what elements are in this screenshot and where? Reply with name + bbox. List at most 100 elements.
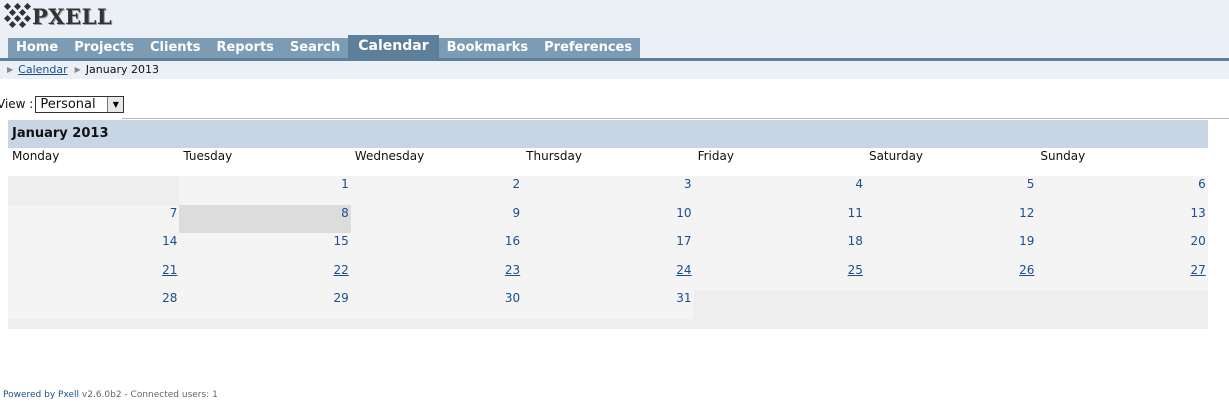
day-number-link[interactable]: 1 (341, 177, 349, 191)
day-cell[interactable]: 15 (179, 233, 351, 262)
tab-projects[interactable]: Projects (66, 38, 142, 58)
day-number-link[interactable]: 28 (162, 291, 177, 305)
day-number-link[interactable]: 15 (334, 234, 349, 248)
logo[interactable]: PXELL (3, 2, 112, 30)
day-number-link[interactable]: 30 (505, 291, 520, 305)
day-number-link[interactable]: 21 (162, 263, 177, 277)
breadcrumb: ▶ Calendar ▶ January 2013 (0, 61, 1229, 77)
logo-checker-icon (3, 3, 31, 29)
day-number-link[interactable]: 19 (1019, 234, 1034, 248)
day-number-link[interactable]: 25 (848, 263, 863, 277)
footer: Powered by Pxell v2.6.0b2 - Connected us… (3, 390, 218, 400)
day-of-week-sunday: Sunday (1040, 149, 1086, 163)
view-select-value: Personal (40, 96, 96, 112)
day-cell[interactable]: 9 (350, 204, 523, 234)
day-cell[interactable]: 29 (179, 290, 351, 319)
day-cell[interactable]: 13 (1036, 204, 1208, 234)
day-cell[interactable]: 23 (350, 261, 523, 291)
day-cell[interactable]: 11 (693, 204, 865, 234)
day-number-link[interactable]: 24 (676, 263, 691, 277)
day-number-link[interactable]: 9 (513, 206, 521, 220)
calendar-week-row: 28 29 30 31 (8, 290, 1208, 319)
day-cell[interactable]: 17 (522, 233, 694, 262)
calendar-week-row: 14 15 16 17 18 19 20 (8, 233, 1208, 262)
day-cell[interactable]: 2 (350, 176, 523, 205)
day-cell[interactable]: 27 (1036, 261, 1208, 291)
version-text: v2.6.0b2 - Connected users: 1 (79, 390, 218, 400)
day-number-link[interactable]: 13 (1190, 206, 1205, 220)
day-number-link[interactable]: 5 (1027, 177, 1035, 191)
day-cell[interactable]: 6 (1036, 176, 1208, 205)
day-number-link[interactable]: 17 (676, 234, 691, 248)
chevron-down-icon[interactable]: ▼ (107, 96, 124, 112)
day-number-link[interactable]: 26 (1019, 263, 1034, 277)
tab-preferences[interactable]: Preferences (536, 38, 641, 58)
day-of-week-saturday: Saturday (868, 149, 924, 163)
day-number-link[interactable]: 31 (676, 291, 691, 305)
day-cell[interactable]: 10 (522, 204, 694, 234)
day-number-link[interactable]: 16 (505, 234, 520, 248)
day-number-link[interactable]: 20 (1190, 234, 1205, 248)
day-number-link[interactable]: 4 (855, 177, 863, 191)
day-cell[interactable]: 20 (1036, 233, 1208, 262)
tab-home[interactable]: Home (8, 38, 67, 58)
day-number-link[interactable]: 8 (341, 206, 349, 220)
empty-day-cell (8, 176, 180, 205)
day-number-link[interactable]: 12 (1019, 206, 1034, 220)
day-cell[interactable]: 14 (8, 233, 180, 262)
breadcrumb-arrow-icon: ▶ (74, 64, 81, 74)
empty-day-cell (864, 290, 1037, 319)
day-cell[interactable]: 8 (179, 204, 351, 234)
day-cell[interactable]: 5 (864, 176, 1037, 205)
day-number-link[interactable]: 18 (848, 234, 863, 248)
day-cell[interactable]: 19 (864, 233, 1037, 262)
day-cell[interactable]: 21 (8, 261, 180, 291)
day-cell[interactable]: 18 (693, 233, 865, 262)
day-cell[interactable]: 16 (350, 233, 523, 262)
day-number-link[interactable]: 29 (334, 291, 349, 305)
day-number-link[interactable]: 7 (170, 206, 178, 220)
main-nav: Home Projects Clients Reports Search Calendar… (8, 35, 641, 58)
day-number-link[interactable]: 27 (1190, 263, 1205, 277)
tab-reports[interactable]: Reports (208, 38, 282, 58)
day-number-link[interactable]: 22 (334, 263, 349, 277)
day-number-link[interactable]: 23 (505, 263, 520, 277)
day-cell[interactable]: 4 (693, 176, 865, 205)
day-cell[interactable]: 24 (522, 261, 694, 291)
day-cell[interactable]: 1 (179, 176, 351, 205)
tab-bookmarks[interactable]: Bookmarks (438, 38, 537, 58)
tab-clients[interactable]: Clients (142, 38, 209, 58)
day-number-link[interactable]: 14 (162, 234, 177, 248)
logo-text: PXELL (32, 3, 113, 29)
calendar-title: January 2013 (8, 120, 1208, 148)
day-cell[interactable]: 22 (179, 261, 351, 291)
day-of-week-friday: Friday (697, 149, 734, 163)
calendar-footer (8, 318, 1208, 329)
view-label: View : (0, 97, 34, 111)
tab-calendar[interactable]: Calendar (348, 35, 439, 58)
calendar-week-row: 21 22 23 24 25 26 27 (8, 261, 1208, 291)
day-cell[interactable]: 31 (522, 290, 694, 319)
day-number-link[interactable]: 10 (676, 206, 691, 220)
breadcrumb-calendar-link[interactable]: Calendar (18, 63, 67, 76)
day-cell[interactable]: 26 (864, 261, 1037, 291)
day-cell[interactable]: 7 (8, 204, 180, 234)
day-cell[interactable]: 25 (693, 261, 865, 291)
view-select[interactable]: Personal ▼ (35, 95, 125, 113)
day-number-link[interactable]: 3 (684, 177, 692, 191)
day-number-link[interactable]: 2 (513, 177, 521, 191)
empty-day-cell (1036, 290, 1208, 319)
day-number-link[interactable]: 11 (848, 206, 863, 220)
day-of-week-tuesday: Tuesday (183, 149, 233, 163)
view-selector-row: View : Personal ▼ (0, 93, 125, 115)
header: PXELL Home Projects Clients Reports Search Ca… (0, 0, 1229, 79)
powered-by-link[interactable]: Powered by Pxell (3, 390, 79, 400)
day-number-link[interactable]: 6 (1198, 177, 1206, 191)
calendar-weeks: 1 2 3 4 5 6 7 8 9 10 11 12 13 14 15 16 17 18 19 20 21 22 23 24 2… (8, 176, 1208, 319)
day-cell[interactable]: 30 (350, 290, 523, 319)
day-cell[interactable]: 3 (522, 176, 694, 205)
tab-search[interactable]: Search (281, 38, 349, 58)
day-cell[interactable]: 12 (864, 204, 1037, 234)
day-cell[interactable]: 28 (8, 290, 180, 319)
day-of-week-wednesday: Wednesday (354, 149, 425, 163)
